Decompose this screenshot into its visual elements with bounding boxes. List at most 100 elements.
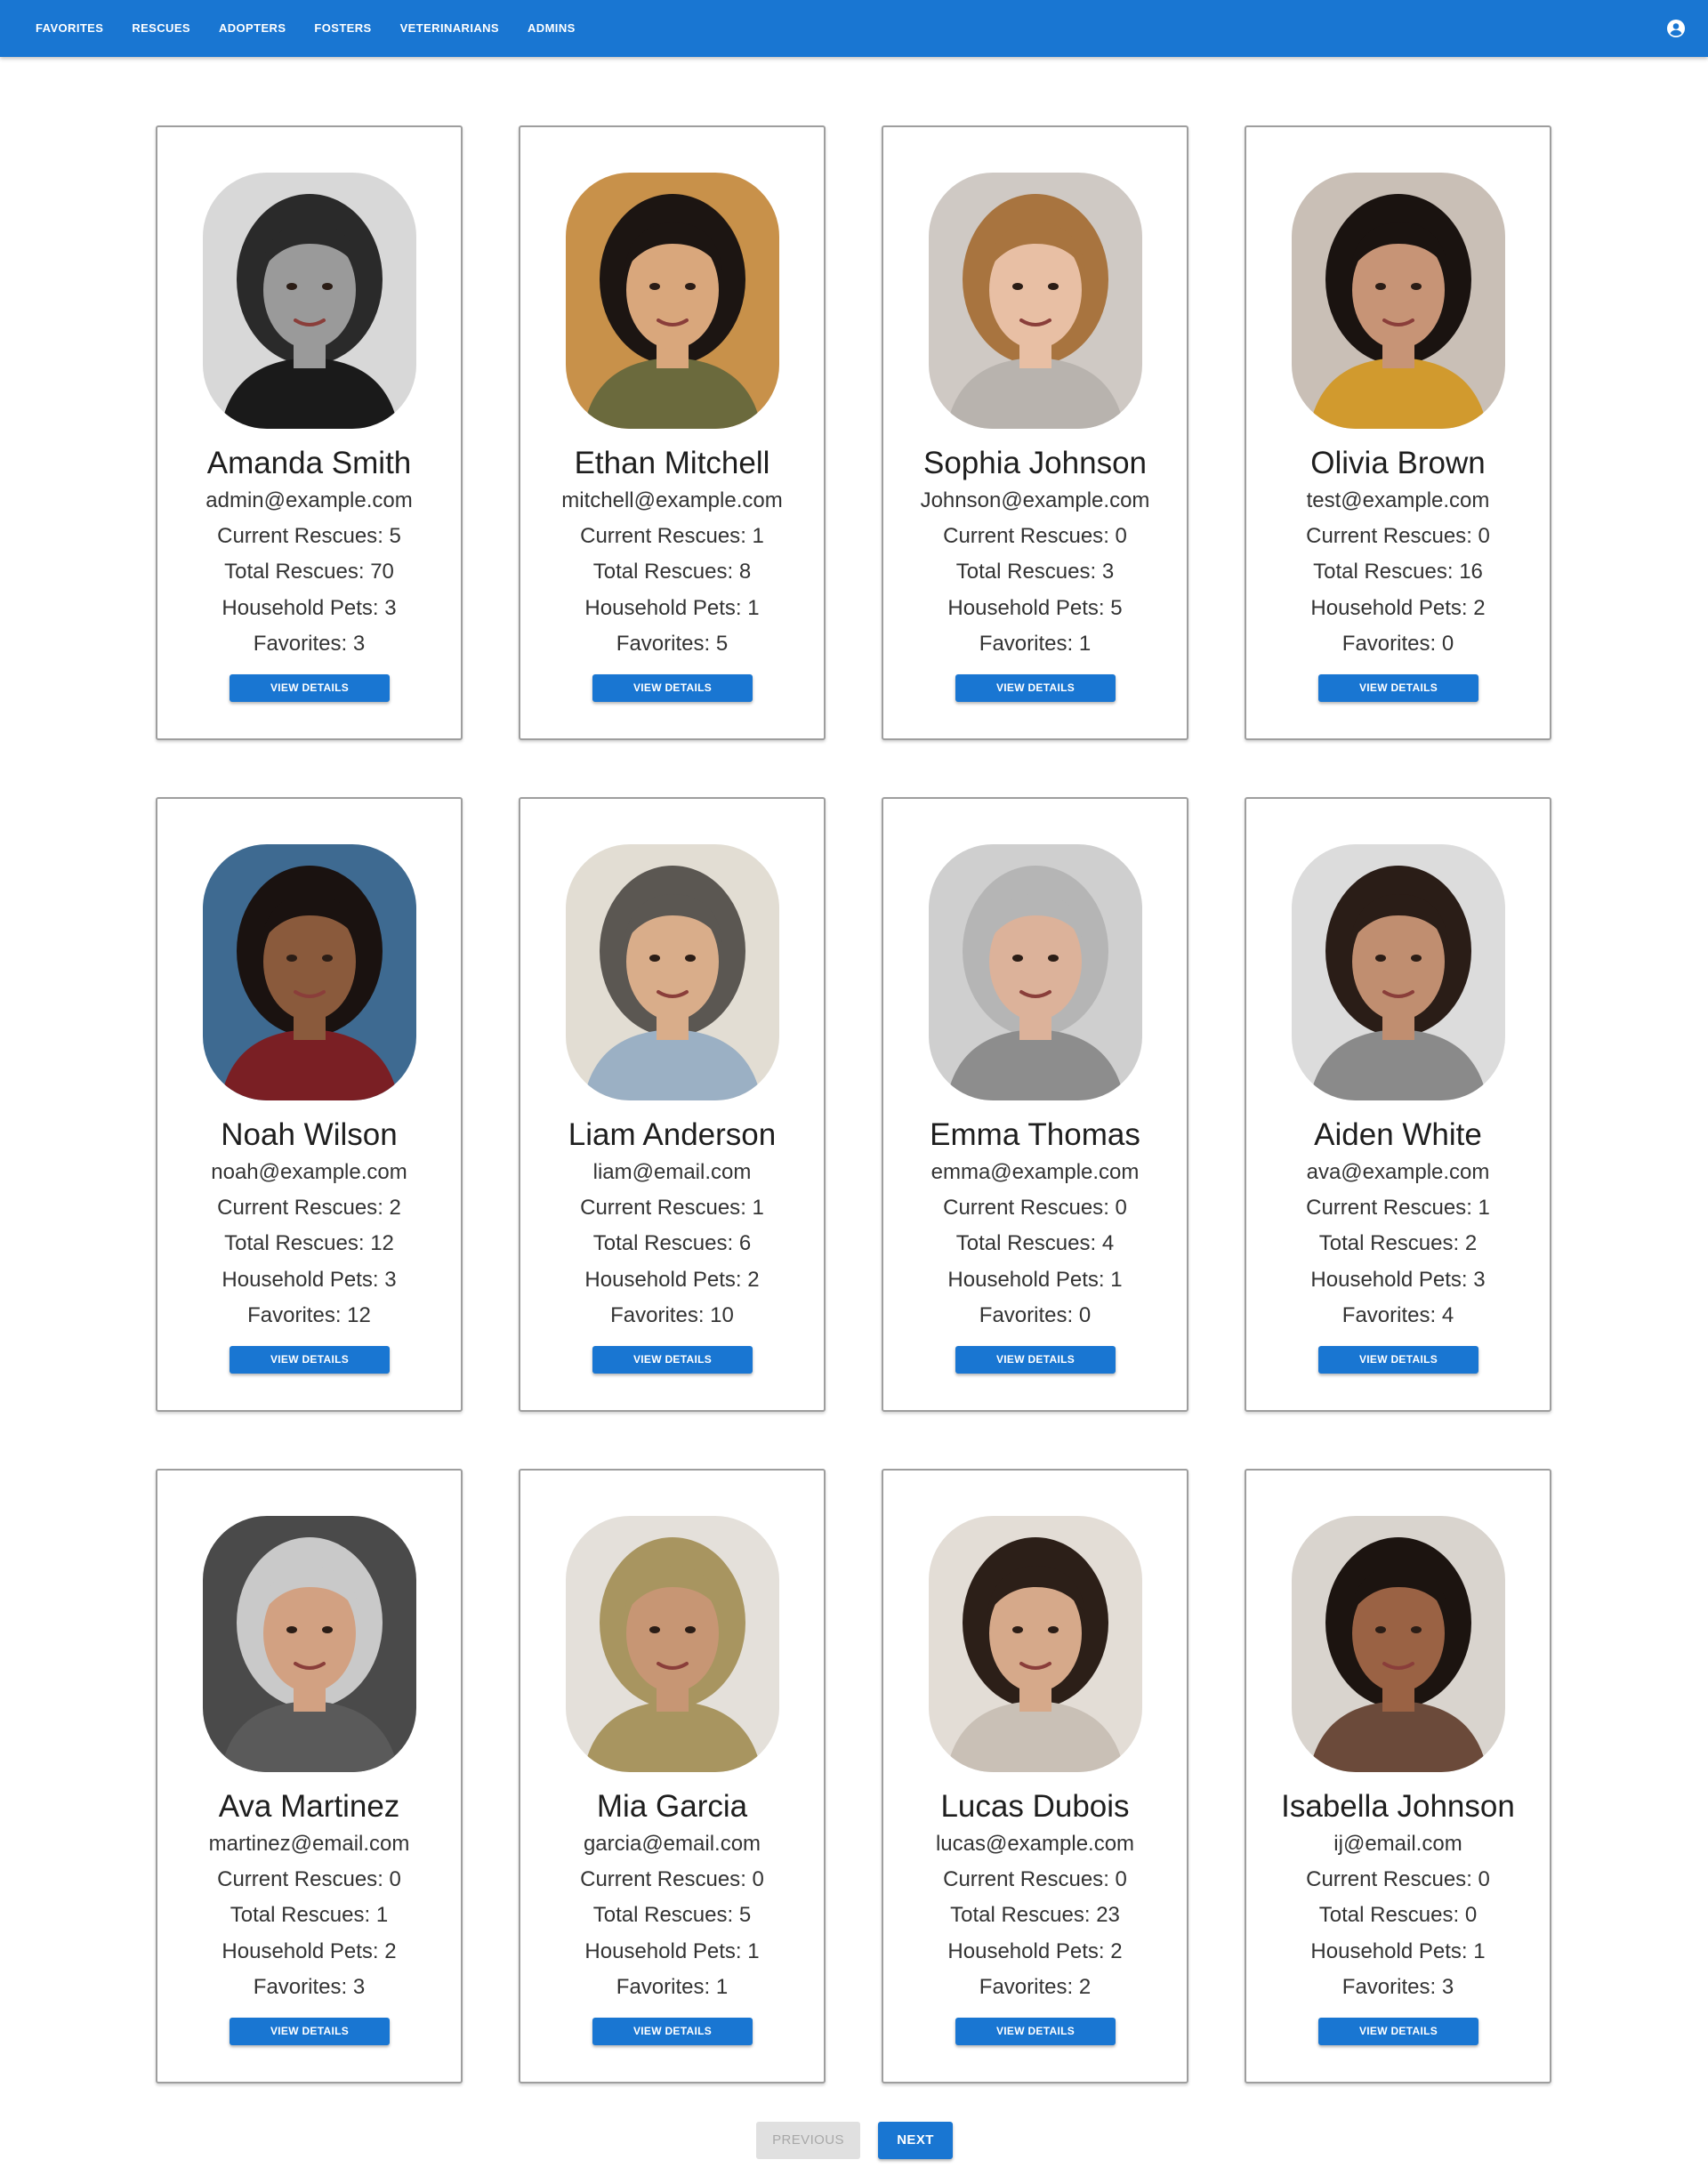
stat-total-rescues: Total Rescues23 [883, 1903, 1187, 1928]
stat-favorites: Favorites0 [883, 1303, 1187, 1328]
user-card: Lucas Dubois lucas@example.com Current Res… [882, 1469, 1188, 2083]
user-photo [203, 1516, 416, 1772]
user-card: Noah Wilson noah@example.com Current Rescu… [156, 797, 463, 1412]
view-details-button[interactable]: VIEW DETAILS [955, 1346, 1116, 1374]
previous-button[interactable]: PREVIOUS [756, 2122, 860, 2159]
user-card: Aiden White ava@example.com Current Rescue… [1245, 797, 1551, 1412]
view-details-button[interactable]: VIEW DETAILS [1318, 674, 1478, 702]
stat-label: Favorites [247, 1303, 347, 1327]
stat-value: 1 [1110, 1268, 1123, 1292]
stat-label: Total Rescues [950, 1903, 1096, 1927]
stat-value: 0 [1478, 524, 1490, 548]
stat-value: 4 [1101, 1231, 1115, 1255]
user-card: Amanda Smith admin@example.com Current Res… [156, 125, 463, 740]
stat-total-rescues: Total Rescues1 [157, 1903, 461, 1928]
stat-current-rescues: Current Rescues1 [1246, 1196, 1550, 1221]
user-email: liam@email.com [592, 1160, 752, 1184]
stat-label: Current Rescues [943, 1196, 1115, 1220]
view-details-button[interactable]: VIEW DETAILS [955, 2018, 1116, 2045]
stat-label: Household Pets [1310, 1268, 1473, 1292]
view-details-button[interactable]: VIEW DETAILS [592, 1346, 753, 1374]
stat-household-pets: Household Pets3 [157, 1268, 461, 1293]
stat-total-rescues: Total Rescues12 [157, 1231, 461, 1256]
stat-household-pets: Household Pets5 [883, 596, 1187, 621]
stat-household-pets: Household Pets2 [520, 1268, 824, 1293]
user-photo [929, 1516, 1142, 1772]
stat-value: 1 [1473, 1939, 1486, 1963]
stat-total-rescues: Total Rescues0 [1246, 1903, 1550, 1928]
stat-value: 5 [738, 1903, 752, 1927]
stat-label: Favorites [979, 1975, 1079, 1999]
stat-label: Total Rescues [956, 1231, 1102, 1255]
stat-value: 1 [715, 1975, 729, 1999]
stat-value: 2 [1078, 1975, 1092, 1999]
nav-link-veterinarians[interactable]: VETERINARIANS [386, 0, 513, 57]
stat-household-pets: Household Pets1 [883, 1268, 1187, 1293]
user-card: Emma Thomas emma@example.com Current Rescu… [882, 797, 1188, 1412]
stat-total-rescues: Total Rescues8 [520, 560, 824, 584]
stat-label: Current Rescues [1306, 1196, 1478, 1220]
stat-household-pets: Household Pets1 [1246, 1939, 1550, 1964]
stat-current-rescues: Current Rescues1 [520, 524, 824, 549]
stat-favorites: Favorites1 [520, 1975, 824, 2000]
nav-link-fosters[interactable]: FOSTERS [300, 0, 385, 57]
stat-label: Favorites [254, 632, 353, 656]
user-name: Mia Garcia [596, 1789, 748, 1824]
stat-value: 1 [375, 1903, 389, 1927]
stat-label: Current Rescues [217, 524, 389, 548]
user-photo [1292, 173, 1505, 429]
view-details-button[interactable]: VIEW DETAILS [230, 2018, 390, 2045]
stat-value: 23 [1096, 1903, 1120, 1927]
stat-value: 0 [1115, 1867, 1127, 1891]
user-name: Sophia Johnson [922, 446, 1148, 480]
view-details-button[interactable]: VIEW DETAILS [955, 674, 1116, 702]
stat-label: Favorites [1342, 1303, 1442, 1327]
stat-value: 12 [347, 1303, 371, 1327]
stat-total-rescues: Total Rescues6 [520, 1231, 824, 1256]
stat-label: Household Pets [222, 596, 384, 620]
stat-label: Total Rescues [956, 560, 1102, 584]
view-details-button[interactable]: VIEW DETAILS [592, 2018, 753, 2045]
view-details-button[interactable]: VIEW DETAILS [1318, 2018, 1478, 2045]
stat-total-rescues: Total Rescues4 [883, 1231, 1187, 1256]
nav-link-adopters[interactable]: ADOPTERS [205, 0, 300, 57]
app-bar: FAVORITES RESCUES ADOPTERS FOSTERS VETER… [0, 0, 1708, 57]
stat-current-rescues: Current Rescues0 [520, 1867, 824, 1892]
view-details-button[interactable]: VIEW DETAILS [230, 1346, 390, 1374]
stat-current-rescues: Current Rescues1 [520, 1196, 824, 1221]
view-details-button[interactable]: VIEW DETAILS [230, 674, 390, 702]
stat-value: 2 [384, 1939, 397, 1963]
user-photo [1292, 844, 1505, 1100]
stat-label: Household Pets [584, 596, 747, 620]
account-circle-icon[interactable] [1665, 18, 1687, 39]
stat-value: 5 [715, 632, 729, 656]
stat-current-rescues: Current Rescues2 [157, 1196, 461, 1221]
stat-label: Household Pets [947, 1268, 1110, 1292]
stat-label: Total Rescues [1313, 560, 1459, 584]
stat-value: 1 [1078, 632, 1092, 656]
user-name: Noah Wilson [221, 1117, 398, 1152]
stat-value: 3 [1473, 1268, 1486, 1292]
stat-value: 0 [1464, 1903, 1478, 1927]
view-details-button[interactable]: VIEW DETAILS [592, 674, 753, 702]
stat-favorites: Favorites12 [157, 1303, 461, 1328]
stat-value: 0 [1441, 632, 1454, 656]
user-photo [929, 173, 1142, 429]
user-name: Liam Anderson [568, 1117, 777, 1152]
user-card: Liam Anderson liam@email.com Current Rescu… [519, 797, 826, 1412]
stat-label: Current Rescues [943, 1867, 1115, 1891]
next-button[interactable]: NEXT [878, 2122, 953, 2159]
view-details-button[interactable]: VIEW DETAILS [1318, 1346, 1478, 1374]
user-name: Olivia Brown [1310, 446, 1486, 480]
user-name: Isabella Johnson [1281, 1789, 1515, 1824]
stat-household-pets: Household Pets1 [520, 1939, 824, 1964]
nav-link-admins[interactable]: ADMINS [513, 0, 590, 57]
nav-link-rescues[interactable]: RESCUES [117, 0, 205, 57]
stat-value: 3 [352, 632, 366, 656]
user-email: mitchell@example.com [561, 488, 783, 512]
stat-household-pets: Household Pets1 [520, 596, 824, 621]
stat-label: Current Rescues [1306, 1867, 1478, 1891]
nav-link-favorites[interactable]: FAVORITES [21, 0, 117, 57]
stat-current-rescues: Current Rescues0 [1246, 1867, 1550, 1892]
stat-current-rescues: Current Rescues0 [157, 1867, 461, 1892]
